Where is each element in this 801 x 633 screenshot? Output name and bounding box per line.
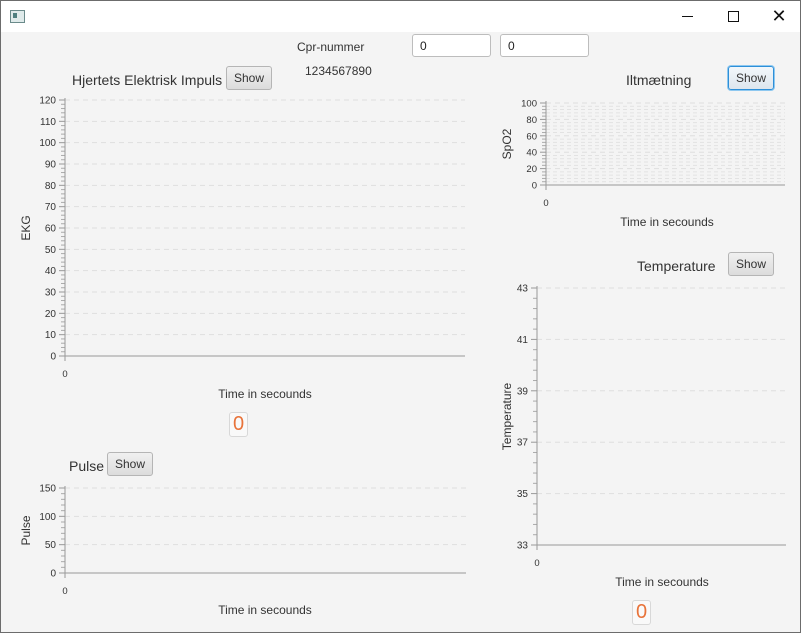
ekg-show-button[interactable]: Show <box>226 66 273 90</box>
ekg-counter: 0 <box>229 412 248 437</box>
cpr-input-1[interactable] <box>412 34 491 57</box>
cpr-value: 1234567890 <box>305 64 372 78</box>
temperature-title: Temperature <box>637 258 716 274</box>
maximize-button[interactable] <box>710 1 756 32</box>
close-icon: ✕ <box>771 6 787 27</box>
minimize-button[interactable] <box>664 1 710 32</box>
pulse-show-button[interactable]: Show <box>107 452 154 476</box>
title-bar[interactable]: ✕ <box>1 1 800 32</box>
temperature-show-button[interactable]: Show <box>728 252 775 276</box>
spo2-show-button[interactable]: Show <box>728 66 775 90</box>
app-icon <box>10 10 25 23</box>
ekg-title: Hjertets Elektrisk Impuls <box>72 72 223 88</box>
app-window: ✕ <box>0 0 801 633</box>
close-button[interactable]: ✕ <box>756 1 801 32</box>
cpr-label: Cpr-nummer <box>297 40 365 54</box>
temperature-counter: 0 <box>632 600 651 625</box>
spo2-title: Iltmætning <box>626 72 692 88</box>
cpr-input-2[interactable] <box>500 34 589 57</box>
minimize-icon <box>681 16 693 17</box>
maximize-icon <box>727 11 739 22</box>
pulse-title: Pulse <box>69 458 105 474</box>
